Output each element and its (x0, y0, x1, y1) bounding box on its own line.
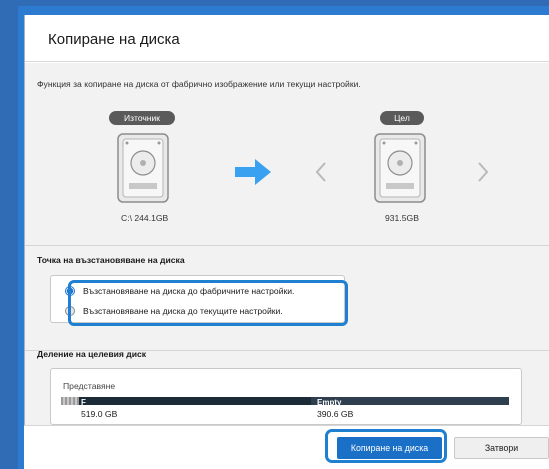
chevron-left-icon[interactable] (315, 161, 327, 183)
segment-f-name: F (81, 398, 86, 407)
target-drive-label: 931.5GB (385, 213, 419, 223)
segment-empty-size: 390.6 GB (317, 409, 354, 419)
source-drive-label: C:\ 244.1GB (121, 213, 169, 223)
partition-segment-f[interactable] (79, 397, 311, 405)
chevron-right-icon[interactable] (477, 161, 489, 183)
partition-bar (61, 397, 509, 405)
copy-button-highlight (325, 429, 447, 463)
segment-f-size: 519.0 GB (81, 409, 118, 419)
source-pill: Източник (109, 111, 175, 125)
target-pill: Цел (380, 111, 424, 125)
partition-title: Деление на целевия диск (37, 349, 147, 359)
segment-empty-name: Empty (317, 398, 342, 407)
partition-unallocated-segment (61, 397, 79, 405)
separator (25, 245, 549, 246)
arrow-right-icon (235, 159, 271, 185)
dialog-footer: Копиране на диска Затвори (24, 425, 549, 469)
partition-box: Представяне F Empty 519.0 GB 390.6 GB (50, 368, 522, 425)
dialog-titlebar: Копиране на диска (25, 15, 549, 62)
dialog-description: Функция за копиране на диска от фабрично… (37, 79, 361, 89)
dialog-title: Копиране на диска (48, 31, 180, 48)
source-hard-drive-icon (117, 133, 169, 203)
restore-point-title: Точка на възстановяване на диска (37, 255, 185, 265)
target-hard-drive-icon (374, 133, 426, 203)
partition-view-label: Представяне (63, 381, 116, 391)
restore-options-highlight (68, 280, 348, 326)
close-button[interactable]: Затвори (454, 437, 549, 459)
